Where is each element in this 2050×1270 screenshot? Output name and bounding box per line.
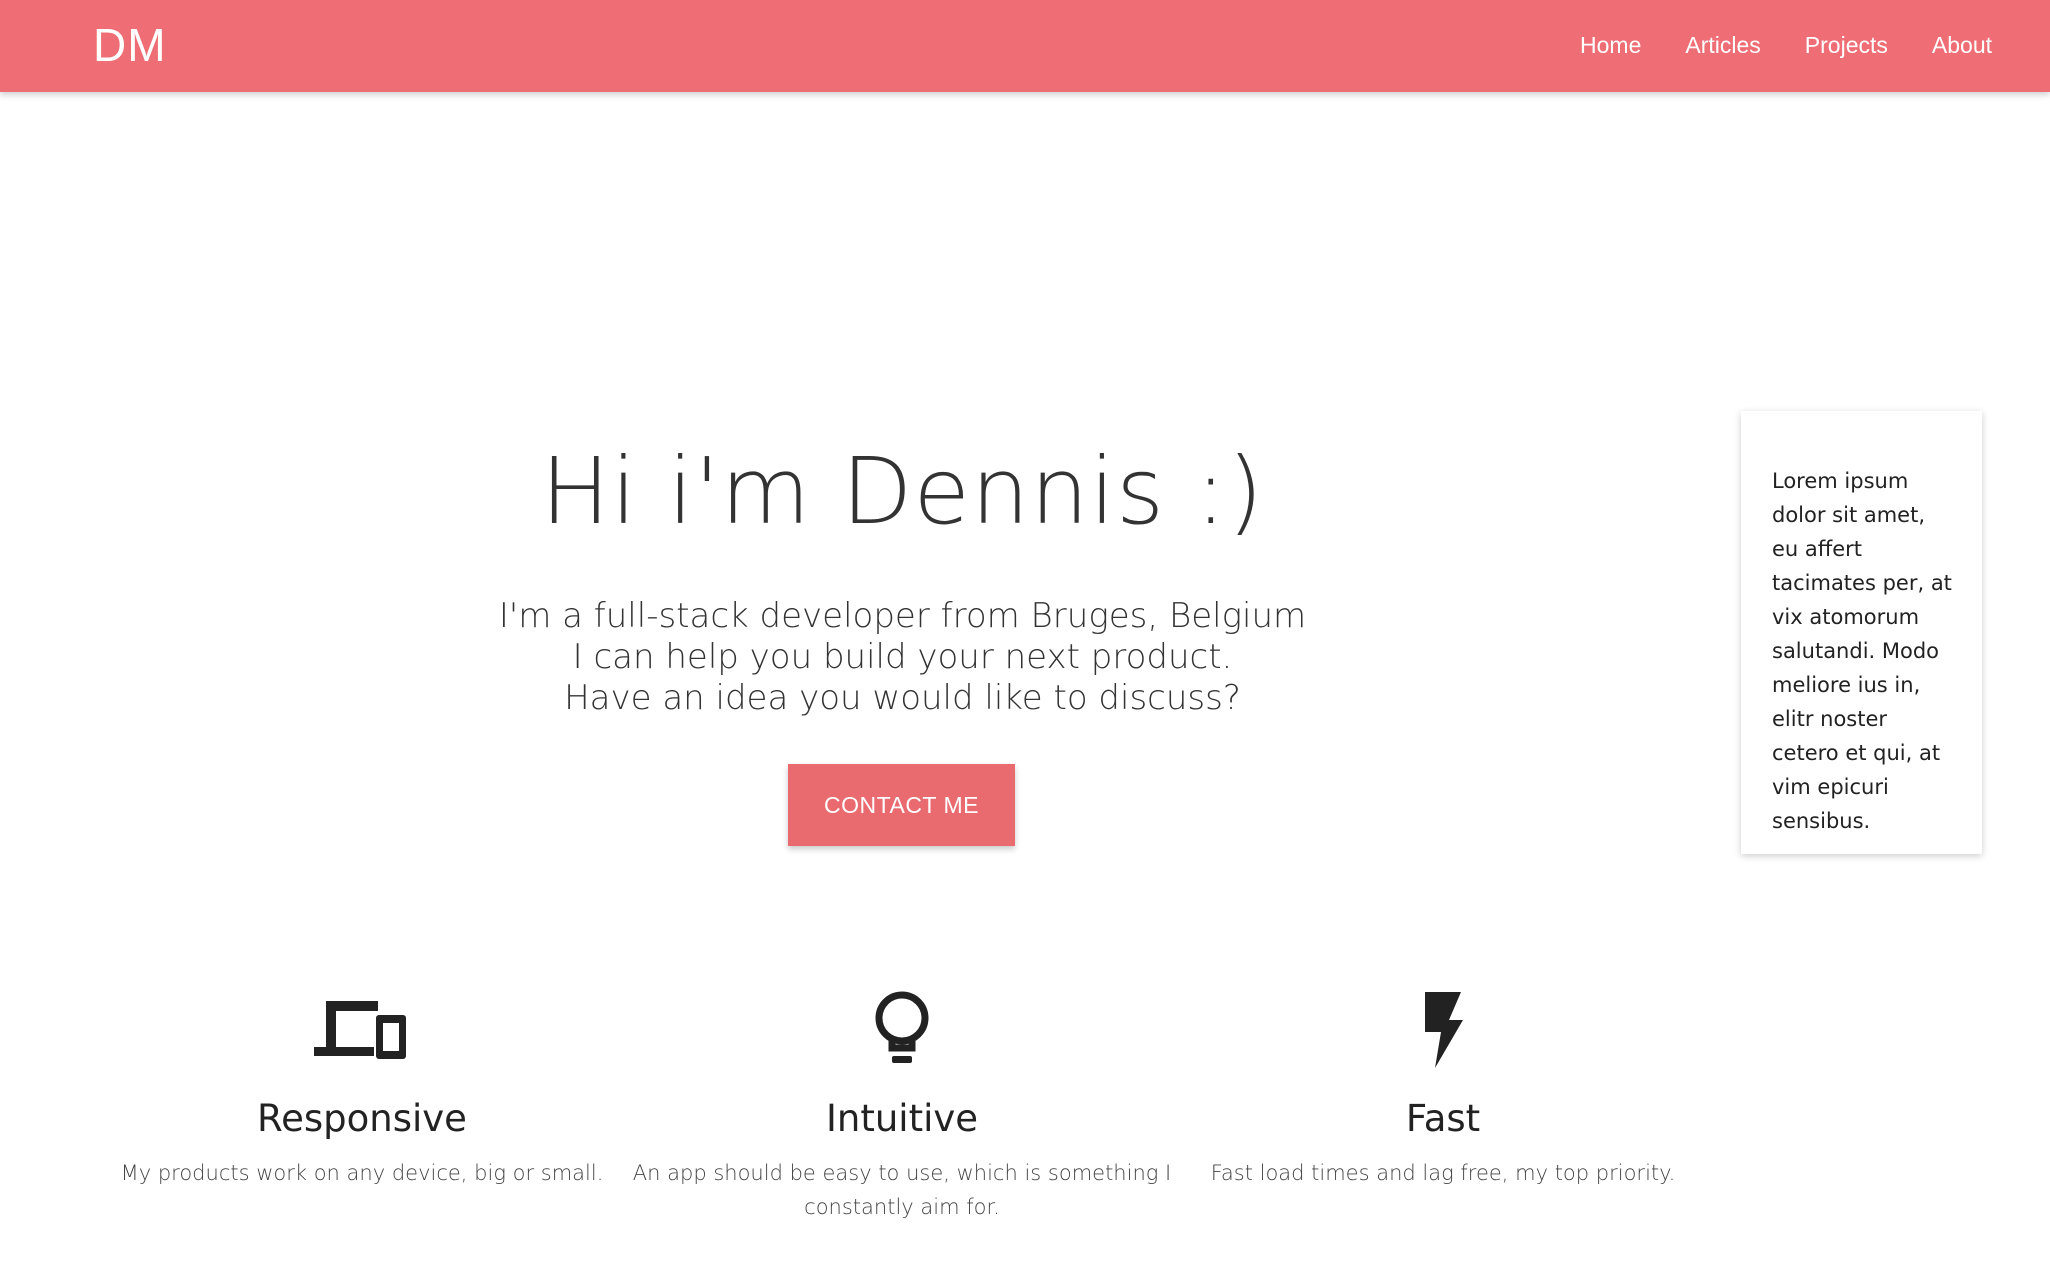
features-section: Responsive My products work on any devic… bbox=[0, 980, 1805, 1270]
hero-subtitle: I'm a full-stack developer from Bruges, … bbox=[0, 596, 1805, 719]
nav-link-projects[interactable]: Projects bbox=[1805, 29, 1888, 61]
feature-title: Fast bbox=[1405, 1097, 1481, 1140]
nav-links: Home Articles Projects About bbox=[1536, 29, 1992, 61]
flash-icon bbox=[1173, 980, 1713, 1080]
feature-description: Fast load times and lag free, my top pri… bbox=[1210, 1161, 1676, 1185]
nav-link-articles[interactable]: Articles bbox=[1685, 29, 1760, 61]
feature-title: Responsive bbox=[257, 1097, 467, 1140]
navbar: DM Home Articles Projects About bbox=[0, 0, 2050, 92]
feature-intuitive: Intuitive An app should be easy to use, … bbox=[632, 980, 1172, 1224]
hero-subtitle-line: I'm a full-stack developer from Bruges, … bbox=[498, 596, 1307, 636]
brand-logo[interactable]: DM bbox=[93, 18, 167, 72]
hero-subtitle-line: Have an idea you would like to discuss? bbox=[564, 678, 1241, 718]
nav-link-home[interactable]: Home bbox=[1580, 29, 1641, 61]
feature-title: Intuitive bbox=[825, 1097, 979, 1140]
feature-description: My products work on any device, big or s… bbox=[120, 1161, 604, 1185]
hero-subtitle-line: I can help you build your next product. bbox=[572, 637, 1233, 677]
feature-fast: Fast Fast load times and lag free, my to… bbox=[1173, 980, 1713, 1190]
nav-link-about[interactable]: About bbox=[1932, 29, 1992, 61]
contact-me-button[interactable]: CONTACT ME bbox=[788, 764, 1015, 846]
feature-responsive: Responsive My products work on any devic… bbox=[92, 980, 632, 1190]
hero-section: Hi i'm Dennis :) I'm a full-stack develo… bbox=[0, 92, 1805, 872]
devices-icon bbox=[92, 980, 632, 1080]
hero-title: Hi i'm Dennis :) bbox=[540, 438, 1265, 545]
lightbulb-icon bbox=[632, 980, 1172, 1080]
side-card-text: Lorem ipsum dolor sit amet, eu affert ta… bbox=[1772, 469, 1952, 833]
side-card: Lorem ipsum dolor sit amet, eu affert ta… bbox=[1741, 411, 1982, 854]
feature-description: An app should be easy to use, which is s… bbox=[632, 1161, 1172, 1219]
